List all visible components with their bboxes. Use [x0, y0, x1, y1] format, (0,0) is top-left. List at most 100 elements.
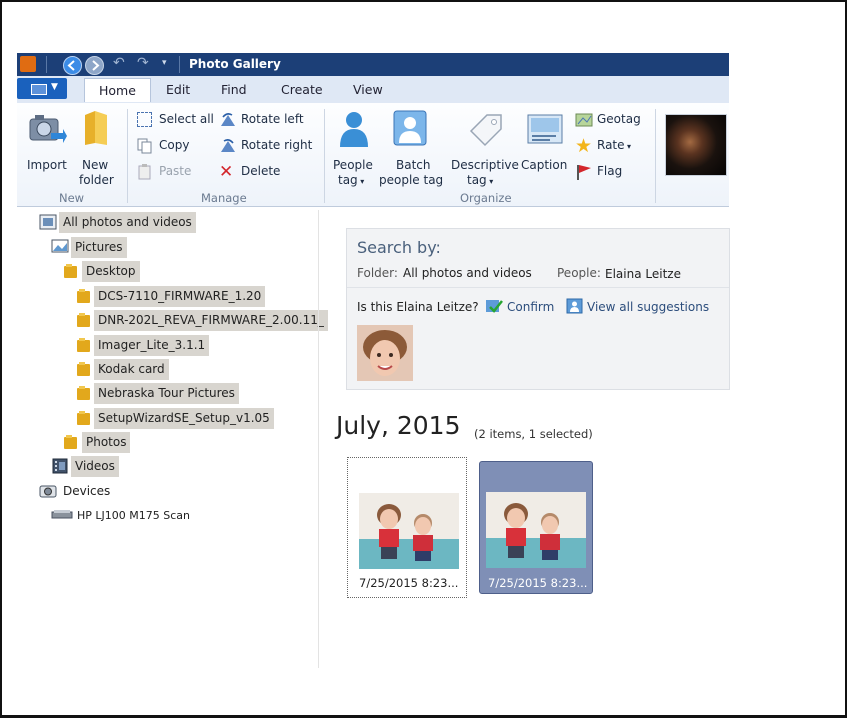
copy-label: Copy: [159, 138, 190, 152]
new-folder-button[interactable]: New folder: [79, 109, 119, 189]
batch-people-tag-label-line1: Batch: [396, 158, 431, 172]
customize-quick-access-icon[interactable]: ▾: [162, 58, 167, 68]
photos-videos-icon: [39, 214, 57, 230]
descriptive-tag-label-line2[interactable]: tag ▾: [467, 173, 493, 187]
folder-icon: [77, 411, 90, 425]
descriptive-tag-button[interactable]: Descriptive tag ▾: [451, 109, 521, 189]
person-icon: [340, 112, 368, 147]
view-all-suggestions-link[interactable]: View all suggestions: [587, 300, 709, 314]
group-separator: [324, 109, 325, 203]
rotate-right-icon: [219, 138, 235, 154]
tab-view[interactable]: View: [353, 82, 383, 97]
folder-icon: [77, 386, 90, 400]
batch-person-icon: [393, 110, 427, 146]
caption-icon: [527, 114, 563, 144]
scanner-icon: [51, 510, 73, 519]
rotate-right-button[interactable]: Rotate right: [219, 138, 319, 156]
nav-videos[interactable]: Videos: [71, 456, 119, 477]
panel-divider: [347, 287, 729, 288]
nav-all-photos-videos[interactable]: All photos and videos: [59, 212, 196, 233]
folder-filter-value[interactable]: All photos and videos: [403, 266, 532, 280]
nav-desktop[interactable]: Desktop: [82, 261, 140, 282]
chevron-down-icon: ▾: [357, 177, 365, 186]
new-folder-label-line2: folder: [79, 173, 114, 187]
nav-photos[interactable]: Photos: [82, 432, 131, 453]
group-label-new: New: [59, 191, 85, 205]
photo-thumbnail-2-selected[interactable]: 7/25/2015 8:23...: [479, 461, 593, 594]
folder-filter-label: Folder:: [357, 266, 398, 280]
batch-people-tag-button[interactable]: Batch people tag: [379, 109, 449, 189]
title-separator: [46, 56, 47, 73]
confirm-link[interactable]: Confirm: [507, 300, 554, 314]
ribbon-tabs: ▼ Home Edit Find Create View: [17, 76, 729, 104]
rate-button[interactable]: ★ Rate ▾: [575, 135, 655, 157]
forward-icon[interactable]: [85, 56, 104, 75]
nav-subfolder-nebraska-tour[interactable]: Nebraska Tour Pictures: [94, 383, 239, 404]
title-bar: ↶ ↷ ▾ Photo Gallery: [17, 53, 729, 76]
folder-icon: [77, 362, 90, 376]
videos-icon: [52, 458, 68, 474]
batch-people-tag-label-line2: people tag: [379, 173, 444, 187]
date-group-heading[interactable]: July, 2015: [336, 411, 460, 440]
nav-subfolder-dcs-7110[interactable]: DCS-7110_FIRMWARE_1.20: [94, 286, 266, 307]
file-menu-button[interactable]: ▼: [17, 78, 67, 99]
new-folder-label-line1: New: [82, 158, 109, 172]
copy-button[interactable]: Copy: [137, 138, 207, 156]
delete-button[interactable]: ✕ Delete: [219, 162, 289, 182]
app-icon[interactable]: [20, 56, 36, 72]
nav-subfolder-imager-lite[interactable]: Imager_Lite_3.1.1: [94, 335, 210, 356]
flag-label: Flag: [597, 164, 623, 178]
descriptive-tag-label-text: tag: [467, 173, 487, 187]
folder-icon: [77, 289, 90, 303]
flag-button[interactable]: Flag: [575, 164, 655, 182]
search-by-panel: Search by: Folder: All photos and videos…: [346, 228, 730, 390]
people-filter-value[interactable]: Elaina Leitze: [605, 267, 681, 281]
tab-edit[interactable]: Edit: [166, 82, 190, 97]
tab-find[interactable]: Find: [221, 82, 247, 97]
nav-device-hp-scanner[interactable]: HP LJ100 M175 Scan: [73, 505, 194, 526]
tab-home[interactable]: Home: [84, 78, 151, 102]
nav-subfolder-dnr-202l[interactable]: DNR-202L_REVA_FIRMWARE_2.00.11_: [94, 310, 328, 331]
date-group-count: (2 items, 1 selected): [474, 427, 593, 441]
people-tag-label-line2[interactable]: tag ▾: [338, 173, 364, 187]
folder-icon: [64, 435, 77, 449]
paste-button[interactable]: Paste: [137, 164, 207, 182]
rate-label: Rate ▾: [597, 138, 631, 152]
paste-label: Paste: [159, 164, 192, 178]
geotag-label: Geotag: [597, 112, 641, 126]
folder-icon: [77, 313, 90, 327]
rotate-left-button[interactable]: Rotate left: [219, 112, 311, 130]
nav-devices[interactable]: Devices: [59, 481, 114, 502]
select-all-label: Select all: [159, 112, 214, 126]
photo-caption: 7/25/2015 8:23...: [488, 576, 588, 590]
suggested-face-thumbnail[interactable]: [357, 325, 413, 381]
paste-icon: [137, 164, 153, 180]
photo-thumbnail-1[interactable]: 7/25/2015 8:23...: [347, 457, 467, 598]
caption-button[interactable]: Caption: [521, 109, 571, 173]
copy-icon: [137, 138, 153, 154]
geotag-button[interactable]: Geotag: [575, 112, 655, 130]
photo-image: [486, 492, 586, 568]
pane-divider[interactable]: [318, 210, 319, 668]
title-separator: [179, 56, 180, 73]
import-button[interactable]: Import: [23, 109, 71, 173]
redo-icon[interactable]: ↷: [137, 55, 149, 71]
select-all-button[interactable]: Select all: [137, 112, 215, 130]
window-title: Photo Gallery: [189, 57, 281, 71]
photo-preview-thumbnail[interactable]: [665, 114, 727, 176]
tab-create[interactable]: Create: [281, 82, 323, 97]
nav-pictures[interactable]: Pictures: [71, 237, 127, 258]
select-all-icon: [137, 112, 152, 127]
undo-icon[interactable]: ↶: [113, 55, 125, 71]
back-icon[interactable]: [63, 56, 82, 75]
descriptive-tag-label-line1: Descriptive: [451, 158, 519, 172]
folder-icon: [85, 111, 107, 145]
people-tag-button[interactable]: People tag ▾: [331, 109, 377, 189]
map-icon: [575, 112, 593, 128]
delete-label: Delete: [241, 164, 281, 178]
nav-subfolder-kodak-card[interactable]: Kodak card: [94, 359, 169, 380]
nav-subfolder-setupwizard[interactable]: SetupWizardSE_Setup_v1.05: [94, 408, 274, 429]
people-tag-label-line1: People: [333, 158, 373, 172]
flag-icon: [575, 164, 591, 180]
rotate-right-label: Rotate right: [241, 138, 313, 152]
